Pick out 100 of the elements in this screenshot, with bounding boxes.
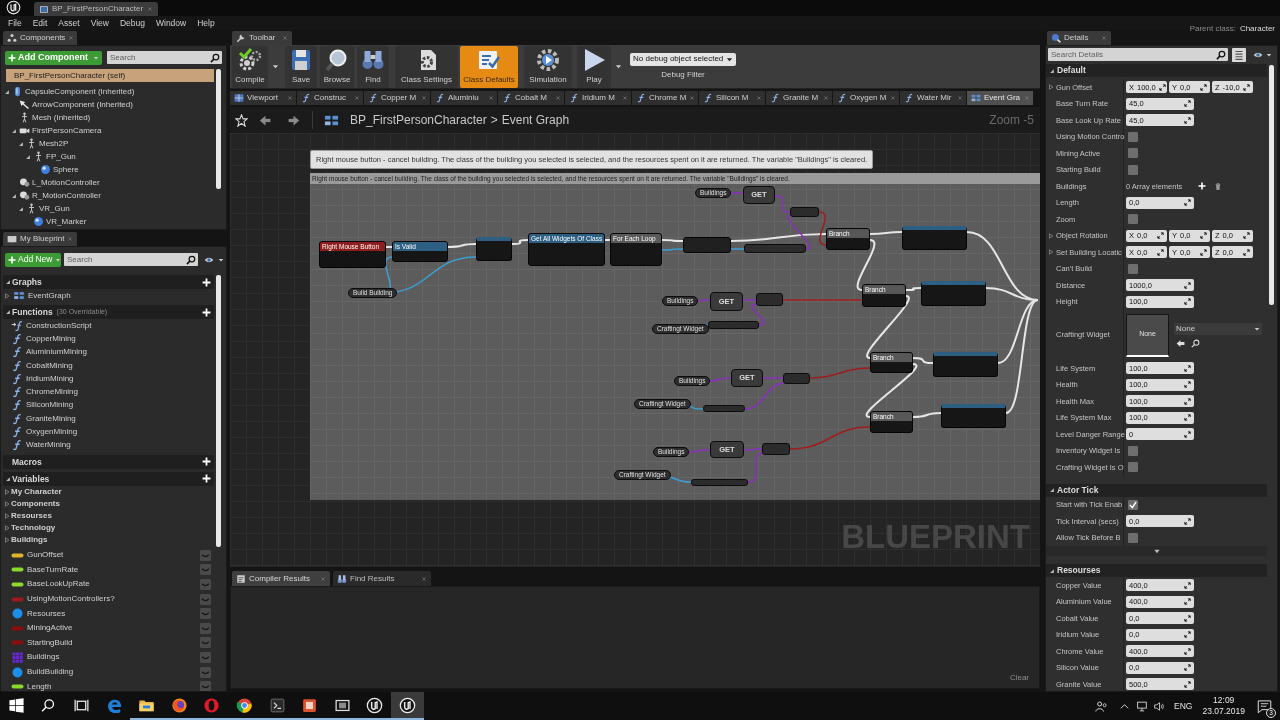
variable-item[interactable]: BaseTurnRate — [1, 562, 214, 578]
down-triangle-icon[interactable] — [1152, 547, 1161, 555]
star-icon[interactable] — [235, 113, 248, 127]
pure-node[interactable] — [762, 443, 790, 455]
pure-node[interactable] — [708, 321, 759, 329]
tree-item[interactable]: Mesh (Inherited) — [1, 111, 226, 124]
function-item[interactable]: OxygenMining — [1, 425, 214, 439]
panel-tab[interactable]: Compiler Results — [232, 571, 330, 586]
document-tab[interactable]: Construc — [297, 91, 364, 105]
plus-icon[interactable] — [1198, 182, 1207, 191]
function-item[interactable]: GraniteMining — [1, 412, 214, 426]
checkbox[interactable] — [1128, 131, 1138, 142]
document-tab[interactable]: Iridium M — [565, 91, 632, 105]
search-field[interactable]: Search Details — [1048, 48, 1228, 61]
function-item[interactable]: ChromeMining — [1, 385, 214, 399]
variable-item[interactable]: StartingBuild — [1, 635, 214, 651]
expanded-arrow-icon[interactable] — [5, 309, 11, 315]
category-item[interactable]: My Character — [1, 485, 214, 498]
variable-item[interactable]: Resourses — [1, 606, 214, 621]
left-arrow-icon[interactable] — [1176, 338, 1185, 348]
function-node[interactable] — [902, 226, 967, 250]
add-new-button[interactable]: Add New — [5, 252, 61, 267]
checkbox[interactable] — [1128, 445, 1138, 456]
toolbar-button[interactable]: Browse — [320, 45, 354, 88]
toolbar-button[interactable]: Class Defaults — [460, 45, 518, 88]
tree-item[interactable]: ArrowComponent (Inherited) — [1, 98, 226, 111]
tree-item[interactable]: R_MotionController — [1, 189, 226, 202]
collapsed-arrow-icon[interactable] — [4, 292, 10, 299]
document-tab[interactable]: Chrome M — [632, 91, 699, 105]
menu-item[interactable]: Window — [150, 16, 192, 30]
collapsed-arrow-icon[interactable] — [4, 536, 10, 543]
tree-item[interactable]: L_MotionController — [1, 176, 226, 189]
pure-node[interactable] — [756, 293, 783, 306]
expanded-arrow-icon[interactable] — [4, 88, 10, 95]
checkbox[interactable] — [1128, 532, 1138, 543]
collapsed-arrow-icon[interactable] — [1048, 249, 1054, 256]
toolbar-button[interactable]: Class Settings — [395, 45, 458, 88]
trash-icon[interactable] — [1214, 181, 1223, 191]
clear-button[interactable]: Clear — [1007, 672, 1031, 684]
pure-node[interactable] — [790, 207, 819, 217]
menu-item[interactable]: Debug — [114, 16, 150, 30]
toolbar-button[interactable]: Find — [357, 45, 389, 88]
add-component-button[interactable]: Add Component — [5, 50, 102, 65]
section-header[interactable]: Actor Tick — [1046, 483, 1267, 497]
search-field[interactable]: Search — [107, 51, 222, 64]
variable-item[interactable]: BaseLookUpRate — [1, 577, 214, 592]
document-tab[interactable]: Granite M — [766, 91, 833, 105]
taskbar-button[interactable] — [391, 692, 424, 720]
set-node[interactable] — [683, 237, 731, 253]
menu-item[interactable]: Edit — [27, 16, 53, 30]
collapsed-arrow-icon[interactable] — [1048, 232, 1054, 239]
document-tab[interactable]: Cobalt M — [498, 91, 565, 105]
expanded-arrow-icon[interactable] — [25, 153, 31, 160]
expanded-arrow-icon[interactable] — [1049, 487, 1055, 493]
tree-item[interactable]: VR_Marker — [1, 215, 226, 228]
variable-item[interactable]: UsingMotionControllers? — [1, 591, 214, 607]
plus-icon[interactable] — [202, 474, 211, 484]
expanded-arrow-icon[interactable] — [5, 279, 11, 285]
panel-tab[interactable]: Toolbar — [232, 31, 292, 45]
tree-item[interactable]: CapsuleComponent (Inherited) — [1, 85, 226, 98]
language-indicator[interactable]: ENG — [1174, 699, 1193, 713]
collapsed-arrow-icon[interactable] — [1048, 84, 1054, 91]
category-item[interactable]: Technology — [1, 521, 214, 534]
plus-icon[interactable] — [202, 457, 211, 467]
scrollbar[interactable] — [1269, 65, 1274, 305]
checkbox[interactable] — [1128, 164, 1138, 175]
document-tab[interactable]: Aluminiu — [431, 91, 498, 105]
expanded-arrow-icon[interactable] — [11, 192, 17, 199]
document-tab[interactable]: Event Gra — [967, 91, 1034, 105]
function-item[interactable]: SiliconMining — [1, 398, 214, 413]
expanded-arrow-icon[interactable] — [11, 127, 17, 134]
panel-tab[interactable]: My Blueprint — [3, 232, 77, 246]
document-tab[interactable]: Oxygen M — [833, 91, 900, 105]
category-item[interactable]: Resourses — [1, 509, 214, 522]
checkbox[interactable] — [1128, 462, 1138, 473]
checkbox[interactable] — [1128, 148, 1138, 159]
menu-item[interactable]: File — [3, 16, 27, 30]
search-icon[interactable] — [1191, 338, 1200, 348]
scrollbar[interactable] — [216, 69, 221, 189]
tree-item[interactable]: FP_Gun — [1, 150, 226, 163]
plus-icon[interactable] — [202, 307, 211, 317]
section-header[interactable]: Variables — [3, 471, 214, 486]
function-node[interactable] — [933, 352, 998, 377]
collapsed-arrow-icon[interactable] — [4, 488, 10, 495]
variable-item[interactable]: Buildings — [1, 650, 214, 665]
back-arrow-icon[interactable] — [259, 113, 272, 127]
pure-node[interactable] — [703, 405, 745, 412]
caret-icon[interactable] — [1266, 51, 1272, 58]
search-field[interactable]: Search — [64, 253, 198, 266]
tree-item[interactable]: Sphere — [1, 163, 226, 176]
panel-tab[interactable]: Components — [3, 31, 77, 45]
function-node[interactable] — [476, 237, 512, 261]
speaker-icon[interactable] — [1153, 699, 1167, 713]
tree-item[interactable]: VR_Gun — [1, 202, 226, 215]
collapsed-arrow-icon[interactable] — [4, 524, 10, 531]
asset-dropdown[interactable]: None — [1174, 322, 1262, 335]
function-item[interactable]: CopperMining — [1, 332, 214, 346]
collapsed-arrow-icon[interactable] — [4, 500, 10, 507]
variable-item[interactable]: BuildBuilding — [1, 664, 214, 680]
scrollbar[interactable] — [216, 275, 221, 547]
